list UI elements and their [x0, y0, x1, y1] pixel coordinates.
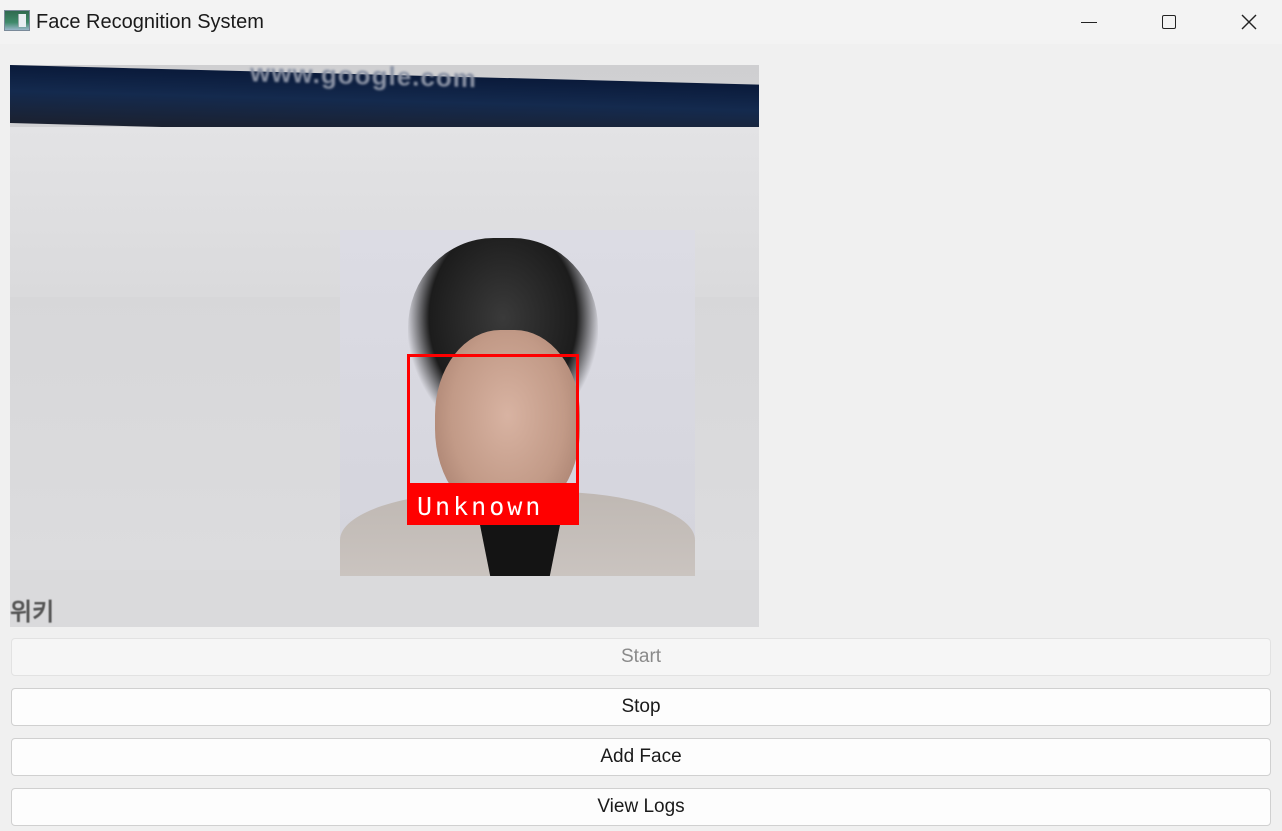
maximize-button[interactable] [1129, 0, 1209, 44]
app-window: Face Recognition System www.google.com 위… [0, 0, 1282, 831]
title-bar[interactable]: Face Recognition System [0, 0, 1282, 44]
close-button[interactable] [1209, 0, 1282, 44]
close-icon [1241, 14, 1257, 30]
view-logs-button[interactable]: View Logs [11, 788, 1271, 826]
window-title: Face Recognition System [36, 11, 264, 33]
captured-url-text: www.google.com [250, 65, 477, 94]
minimize-button[interactable] [1049, 0, 1129, 44]
face-detection-label: Unknown [407, 483, 579, 525]
maximize-icon [1162, 15, 1176, 29]
captured-korean-text: 위키 [10, 599, 55, 626]
add-face-button[interactable]: Add Face [11, 738, 1271, 776]
camera-feed: www.google.com 위키 Unknown [10, 65, 759, 627]
stop-button[interactable]: Stop [11, 688, 1271, 726]
app-icon [4, 10, 30, 31]
minimize-icon [1081, 21, 1097, 23]
start-button[interactable]: Start [11, 638, 1271, 676]
captured-page-bottom [10, 570, 759, 627]
